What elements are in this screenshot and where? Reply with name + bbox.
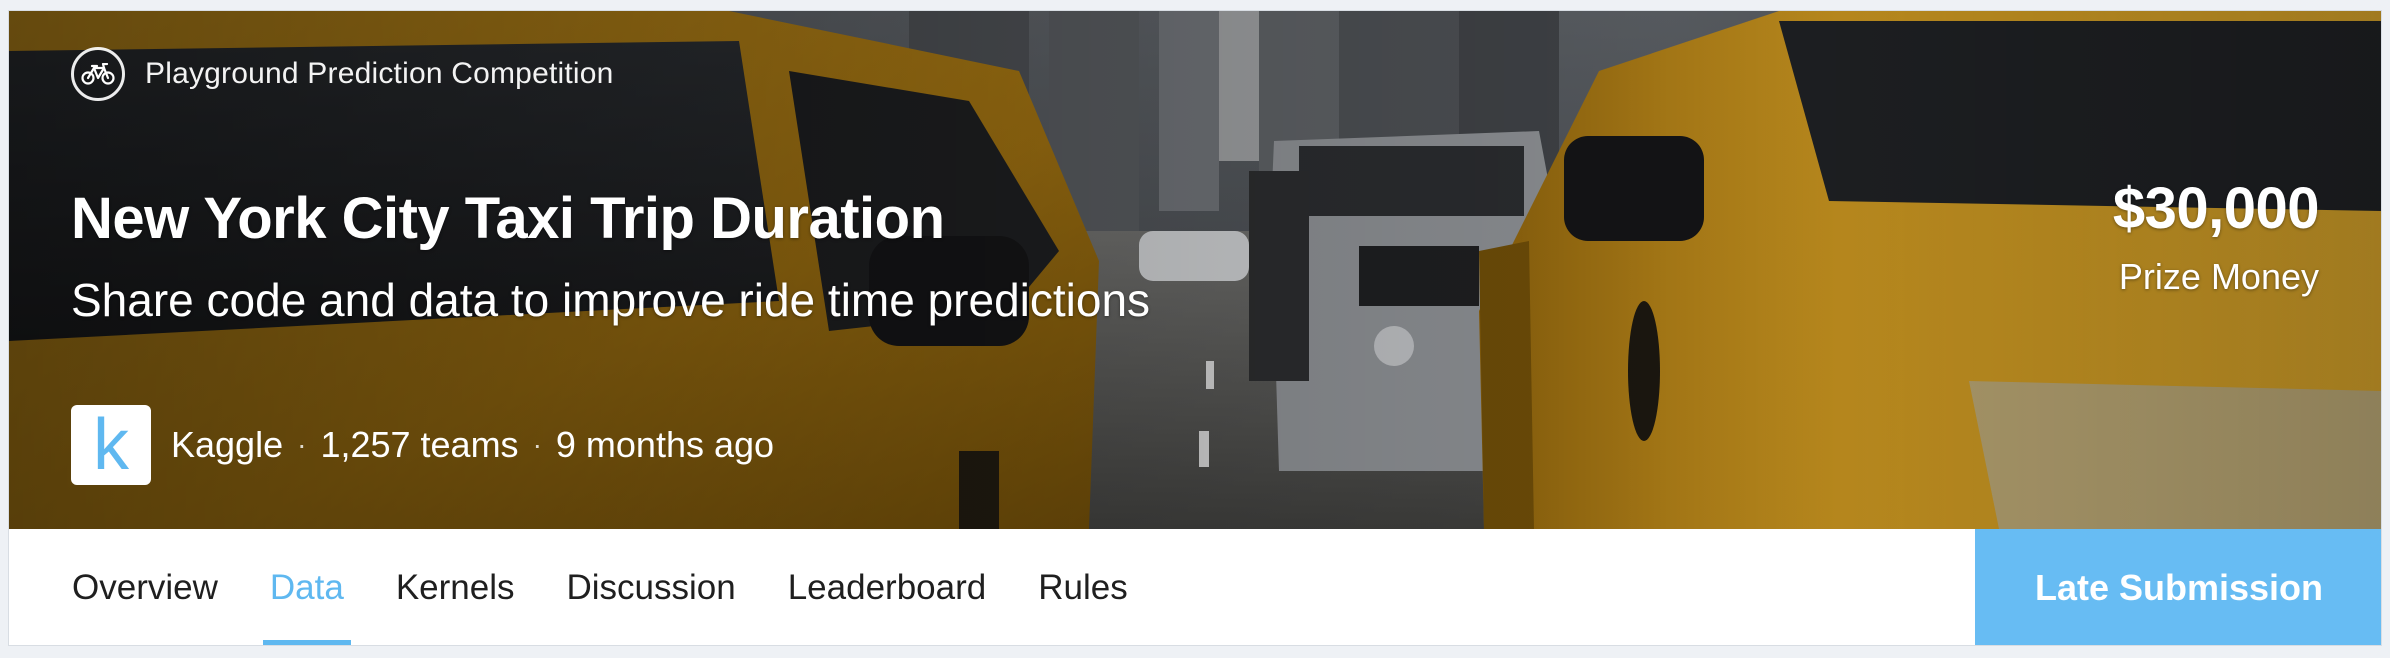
kaggle-logo-icon[interactable]: k [71, 405, 151, 485]
competition-subtitle: Share code and data to improve ride time… [71, 274, 1151, 326]
competition-header-card: Playground Prediction Competition New Yo… [8, 10, 2382, 646]
competition-type-label: Playground Prediction Competition [145, 57, 614, 90]
tab-kernels[interactable]: Kernels [389, 529, 522, 645]
prize-caption: Prize Money [2118, 256, 2319, 297]
hero-banner: Playground Prediction Competition New Yo… [9, 11, 2381, 529]
host-meta: Kaggle · 1,257 teams · 9 months ago [171, 424, 774, 466]
meta-separator: · [297, 429, 307, 460]
late-submission-button[interactable]: Late Submission [1975, 529, 2381, 645]
tab-data[interactable]: Data [262, 529, 351, 645]
team-count[interactable]: 1,257 teams [320, 424, 518, 466]
tab-overview[interactable]: Overview [65, 529, 225, 645]
host-name[interactable]: Kaggle [171, 424, 283, 466]
bicycle-icon [71, 47, 125, 101]
competition-age: 9 months ago [555, 424, 775, 465]
tab-discussion[interactable]: Discussion [559, 529, 742, 645]
tab-rules[interactable]: Rules [1031, 529, 1134, 645]
host-info: k Kaggle · 1,257 teams · 9 months ago [71, 405, 774, 485]
kaggle-logo-letter: k [93, 405, 129, 485]
meta-separator: · [532, 429, 542, 460]
tab-list: Overview Data Kernels Discussion Leaderb… [65, 529, 1173, 645]
competition-title: New York City Taxi Trip Duration [71, 186, 945, 251]
tab-leaderboard[interactable]: Leaderboard [781, 529, 994, 645]
competition-type: Playground Prediction Competition [71, 47, 614, 101]
competition-tab-bar: Overview Data Kernels Discussion Leaderb… [9, 529, 2381, 645]
prize-block: $30,000 Prize Money [2112, 175, 2320, 298]
prize-amount: $30,000 [2112, 176, 2320, 241]
